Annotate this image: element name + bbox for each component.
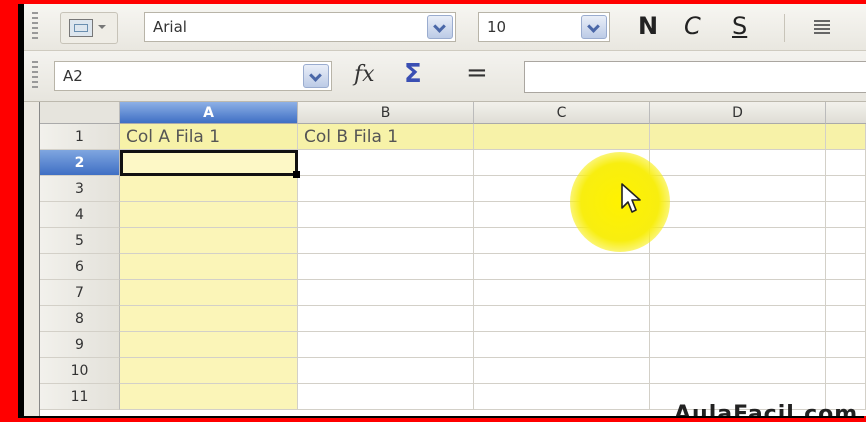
- cell-a9[interactable]: [120, 332, 298, 358]
- cell-c1[interactable]: [474, 124, 650, 150]
- cell-c6[interactable]: [474, 254, 650, 280]
- cell-a8[interactable]: [120, 306, 298, 332]
- styles-button[interactable]: [60, 12, 118, 44]
- row-header-11[interactable]: 11: [40, 384, 120, 410]
- cell-a5[interactable]: [120, 228, 298, 254]
- row-header-2[interactable]: 2: [40, 150, 120, 176]
- toolbar-grip-icon[interactable]: [32, 12, 38, 42]
- cell-e10[interactable]: [826, 358, 866, 384]
- cell-e6[interactable]: [826, 254, 866, 280]
- row-header-5[interactable]: 5: [40, 228, 120, 254]
- cell-e5[interactable]: [826, 228, 866, 254]
- cell-d9[interactable]: [650, 332, 826, 358]
- cell-c8[interactable]: [474, 306, 650, 332]
- cell-e2[interactable]: [826, 150, 866, 176]
- function-wizard-icon[interactable]: fx: [354, 62, 375, 87]
- cell-a11[interactable]: [120, 384, 298, 410]
- cell-b6[interactable]: [298, 254, 474, 280]
- cell-b1[interactable]: Col B Fila 1: [298, 124, 474, 150]
- styles-icon: [69, 19, 93, 37]
- select-all-corner[interactable]: [40, 102, 120, 124]
- cell-b10[interactable]: [298, 358, 474, 384]
- bold-button[interactable]: N: [638, 12, 658, 40]
- cell-e4[interactable]: [826, 202, 866, 228]
- name-box[interactable]: A2: [54, 61, 332, 91]
- cell-a10[interactable]: [120, 358, 298, 384]
- spreadsheet-grid: A B C D 1 Col A Fila 1 Col B Fila 1 2345678…: [24, 102, 866, 416]
- cell-d1[interactable]: [650, 124, 826, 150]
- row-header-7[interactable]: 7: [40, 280, 120, 306]
- cell-d5[interactable]: [650, 228, 826, 254]
- fill-handle[interactable]: [293, 171, 300, 178]
- cell-d7[interactable]: [650, 280, 826, 306]
- row-header-6[interactable]: 6: [40, 254, 120, 280]
- cell-d6[interactable]: [650, 254, 826, 280]
- cell-b11[interactable]: [298, 384, 474, 410]
- cell-b9[interactable]: [298, 332, 474, 358]
- cell-c7[interactable]: [474, 280, 650, 306]
- cell-d2[interactable]: [650, 150, 826, 176]
- cell-a7[interactable]: [120, 280, 298, 306]
- cell-d3[interactable]: [650, 176, 826, 202]
- cell-e9[interactable]: [826, 332, 866, 358]
- cell-d10[interactable]: [650, 358, 826, 384]
- column-header-e[interactable]: [826, 102, 866, 124]
- cell-d4[interactable]: [650, 202, 826, 228]
- window-edge: [24, 102, 40, 416]
- cell-c11[interactable]: [474, 384, 650, 410]
- chevron-down-icon[interactable]: [427, 15, 453, 39]
- font-size-select[interactable]: 10: [478, 12, 610, 42]
- mouse-pointer-icon: [621, 183, 641, 213]
- cell-a6[interactable]: [120, 254, 298, 280]
- cell-a4[interactable]: [120, 202, 298, 228]
- font-name-select[interactable]: Arial: [144, 12, 456, 42]
- cell-b5[interactable]: [298, 228, 474, 254]
- spreadsheet-window: Arial 10 N C S A2 fx Σ = A B C D 1 Col A …: [24, 4, 866, 416]
- cell-c9[interactable]: [474, 332, 650, 358]
- watermark-text: AulaFacil.com: [674, 402, 859, 416]
- font-name-value: Arial: [153, 18, 187, 36]
- column-header-d[interactable]: D: [650, 102, 826, 124]
- cell-e8[interactable]: [826, 306, 866, 332]
- cell-a1[interactable]: Col A Fila 1: [120, 124, 298, 150]
- cell-e3[interactable]: [826, 176, 866, 202]
- font-size-value: 10: [487, 18, 507, 36]
- row-header-10[interactable]: 10: [40, 358, 120, 384]
- cell-b4[interactable]: [298, 202, 474, 228]
- cell-e1[interactable]: [826, 124, 866, 150]
- function-button[interactable]: =: [466, 58, 488, 88]
- cell-a3[interactable]: [120, 176, 298, 202]
- italic-button[interactable]: C: [684, 12, 701, 40]
- cell-e7[interactable]: [826, 280, 866, 306]
- row-header-8[interactable]: 8: [40, 306, 120, 332]
- chevron-down-icon: [95, 19, 109, 35]
- chevron-down-icon[interactable]: [581, 15, 607, 39]
- name-box-value: A2: [63, 67, 83, 85]
- chevron-down-icon[interactable]: [303, 64, 329, 88]
- toolbar-grip-icon[interactable]: [32, 61, 38, 91]
- formula-input[interactable]: [524, 61, 866, 93]
- row-header-9[interactable]: 9: [40, 332, 120, 358]
- row-header-4[interactable]: 4: [40, 202, 120, 228]
- row-header-3[interactable]: 3: [40, 176, 120, 202]
- cell-b7[interactable]: [298, 280, 474, 306]
- cell-b2[interactable]: [298, 150, 474, 176]
- cell-b8[interactable]: [298, 306, 474, 332]
- underline-button[interactable]: S: [732, 12, 747, 40]
- cell-b3[interactable]: [298, 176, 474, 202]
- column-header-b[interactable]: B: [298, 102, 474, 124]
- column-header-c[interactable]: C: [474, 102, 650, 124]
- toolbar-divider: [784, 14, 785, 42]
- formatting-toolbar: Arial 10 N C S: [24, 4, 866, 51]
- column-header-a[interactable]: A: [120, 102, 298, 124]
- formula-bar: A2 fx Σ =: [24, 51, 866, 102]
- row-header-1[interactable]: 1: [40, 124, 120, 150]
- sum-icon[interactable]: Σ: [404, 59, 422, 89]
- cell-d8[interactable]: [650, 306, 826, 332]
- cell-c10[interactable]: [474, 358, 650, 384]
- cell-a2[interactable]: [120, 150, 298, 176]
- align-left-icon[interactable]: [814, 20, 830, 34]
